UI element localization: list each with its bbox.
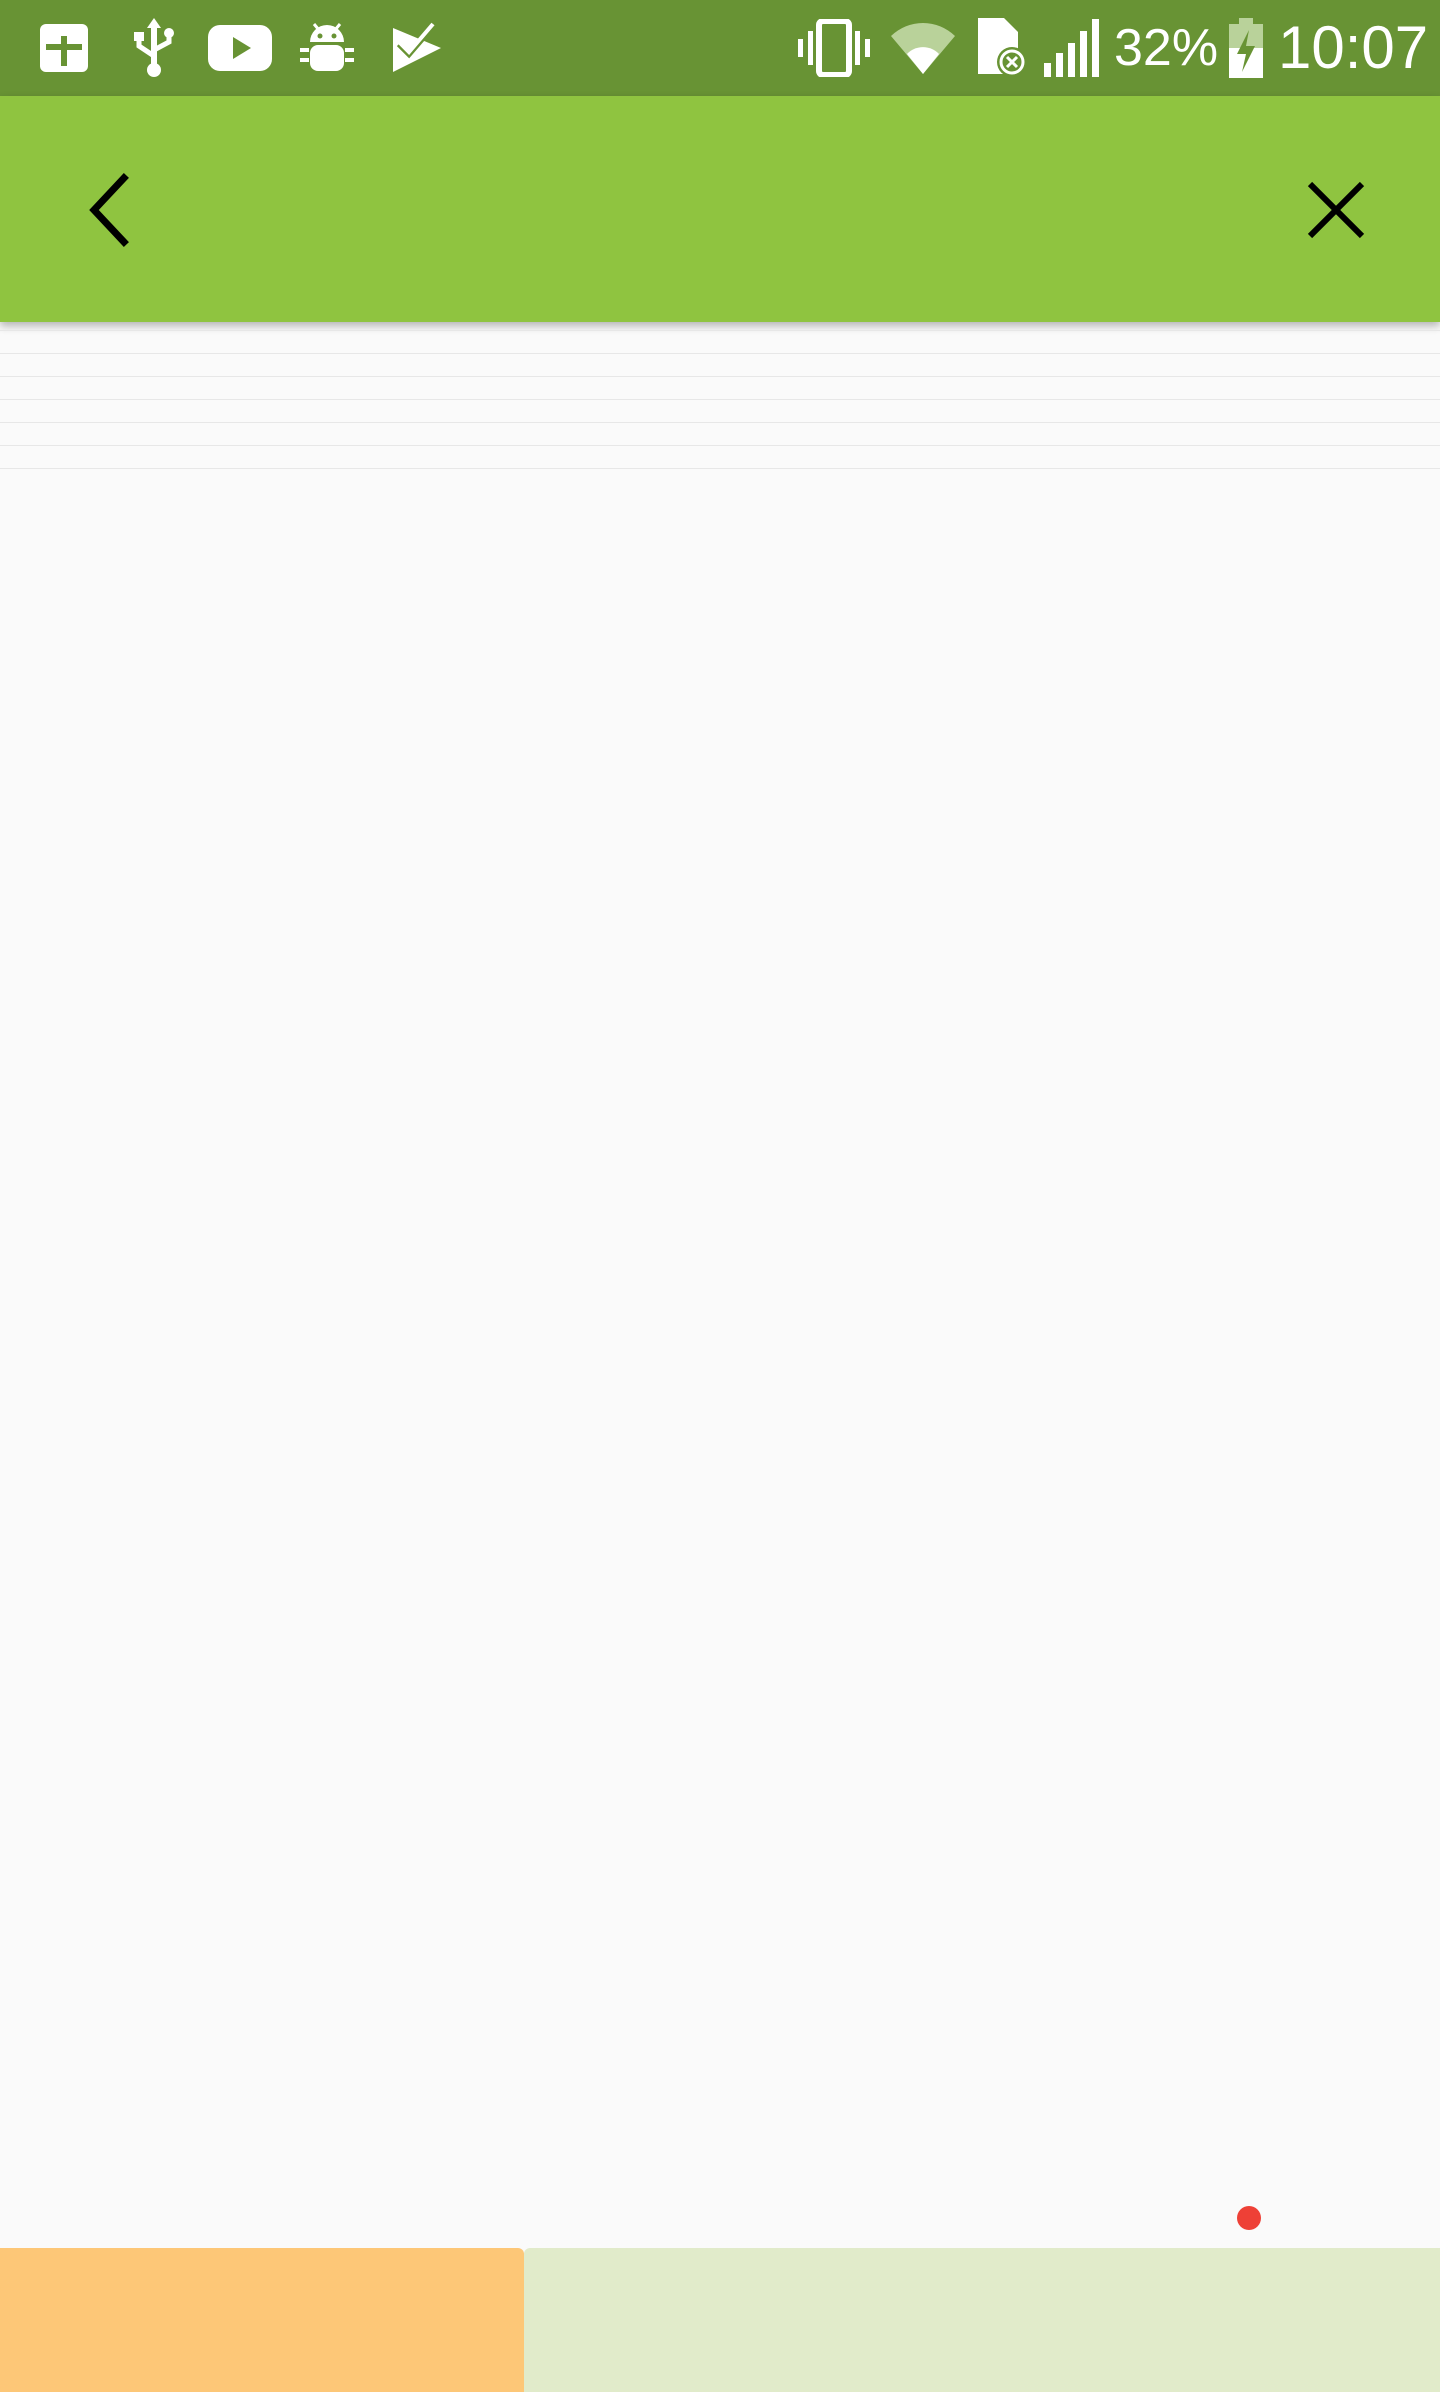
- vibrate-icon: [796, 16, 872, 80]
- screen: 32% 10:07: [0, 0, 1440, 2392]
- wifi-icon: [888, 16, 958, 80]
- clock: 10:07: [1278, 14, 1429, 81]
- close-button[interactable]: [1272, 146, 1400, 274]
- notification-dot: [1237, 2206, 1261, 2230]
- chevron-left-icon: [89, 173, 129, 247]
- task-check-icon: [388, 16, 446, 80]
- content-area: [0, 490, 1440, 2190]
- bottom-left-button[interactable]: [0, 2248, 524, 2392]
- close-icon: [1307, 181, 1365, 239]
- app-bar: [0, 96, 1440, 322]
- status-bar: 32% 10:07: [0, 0, 1440, 96]
- calculator-icon: [36, 16, 92, 80]
- youtube-icon: [208, 16, 272, 80]
- bottom-right-button[interactable]: [524, 2248, 1440, 2392]
- android-debug-icon: [298, 16, 356, 80]
- no-sim-icon: [974, 16, 1030, 80]
- back-button[interactable]: [48, 146, 176, 274]
- battery-charging-icon: [1226, 16, 1266, 80]
- signal-icon: [1044, 16, 1100, 80]
- loading-placeholder-lines: [0, 330, 1440, 490]
- usb-icon: [128, 16, 180, 80]
- battery-percent: 32%: [1114, 19, 1219, 77]
